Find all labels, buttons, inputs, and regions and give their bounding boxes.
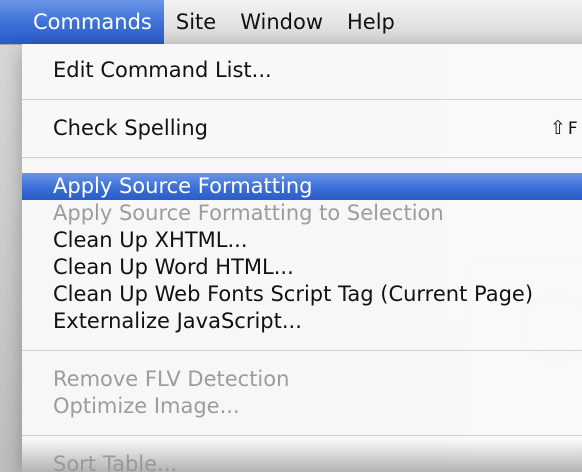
menu-separator xyxy=(22,435,582,436)
menu-item-optimize-image: Optimize Image... xyxy=(53,394,240,418)
shift-icon: ⇧ xyxy=(550,117,566,139)
menubar-window[interactable]: Window xyxy=(228,0,335,44)
menu-item-apply-source-formatting-selection: Apply Source Formatting to Selection xyxy=(53,201,444,225)
menu-item-apply-source-formatting[interactable]: Apply Source Formatting xyxy=(22,173,582,200)
commands-menu: Edit Command List... Check Spelling ⇧ F A… xyxy=(22,44,582,472)
menu-separator xyxy=(22,157,582,158)
menu-item-clean-up-xhtml[interactable]: Clean Up XHTML... xyxy=(22,227,582,254)
menu-item-clean-up-web-fonts[interactable]: Clean Up Web Fonts Script Tag (Current P… xyxy=(22,281,582,308)
menu-item-edit-command-list[interactable]: Edit Command List... xyxy=(22,57,582,84)
menubar-commands[interactable]: Commands xyxy=(0,0,164,44)
menubar-site[interactable]: Site xyxy=(164,0,228,44)
menu-separator xyxy=(22,99,582,100)
menu-bar: Commands Site Window Help xyxy=(0,0,582,45)
menu-item-clean-up-word-html[interactable]: Clean Up Word HTML... xyxy=(22,254,582,281)
menu-item-externalize-javascript[interactable]: Externalize JavaScript... xyxy=(22,308,582,335)
menu-item-check-spelling[interactable]: Check Spelling ⇧ F xyxy=(22,115,582,142)
menubar-help[interactable]: Help xyxy=(335,0,407,44)
menu-item-remove-flv-detection: Remove FLV Detection xyxy=(53,367,290,391)
menu-separator xyxy=(22,350,582,351)
screen: Commands Site Window Help Edit Command L… xyxy=(0,0,582,472)
menu-item-label: Check Spelling xyxy=(53,116,208,140)
menu-item-sort-table: Sort Table... xyxy=(53,452,178,472)
keyboard-shortcut: ⇧ F xyxy=(550,115,578,143)
shortcut-key: F xyxy=(567,119,578,139)
